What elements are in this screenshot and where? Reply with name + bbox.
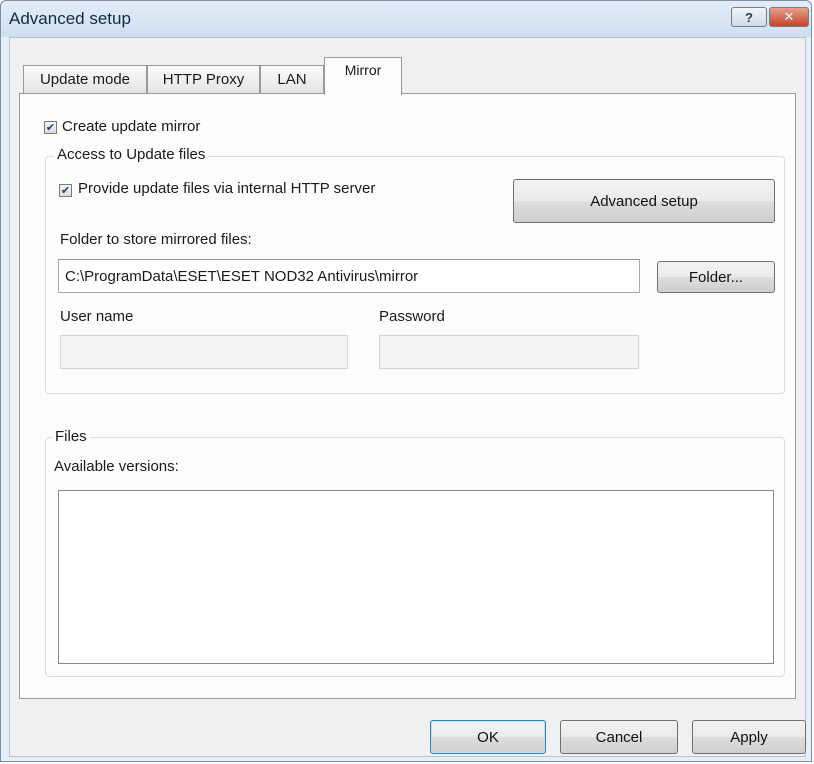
folder-path-input[interactable]: C:\ProgramData\ESET\ESET NOD32 Antivirus… <box>58 259 640 293</box>
password-input[interactable] <box>379 335 639 369</box>
ok-button[interactable]: OK <box>430 720 546 754</box>
apply-button[interactable]: Apply <box>692 720 806 754</box>
tab-label: LAN <box>277 71 307 88</box>
checkmark-icon: ✔ <box>60 185 71 197</box>
tab-mirror[interactable]: Mirror <box>324 57 402 95</box>
close-icon: ✕ <box>783 9 795 24</box>
apply-button-label: Apply <box>730 728 768 746</box>
available-versions-label: Available versions: <box>54 458 179 475</box>
tab-label: HTTP Proxy <box>162 71 245 88</box>
access-group-title: Access to Update files <box>54 146 209 163</box>
dialog-window: Advanced setup ? ✕ Update mode HTTP Prox… <box>0 0 812 762</box>
provide-http-checkbox[interactable]: ✔ <box>59 184 72 197</box>
help-icon: ? <box>745 9 753 25</box>
cancel-button-label: Cancel <box>595 728 643 746</box>
close-button[interactable]: ✕ <box>769 7 809 27</box>
provide-http-label: Provide update files via internal HTTP s… <box>78 180 376 197</box>
checkmark-icon: ✔ <box>45 122 56 134</box>
tab-label: Mirror <box>344 62 382 78</box>
access-group: Access to Update files ✔ Provide update … <box>45 146 785 394</box>
available-versions-list[interactable] <box>58 490 774 664</box>
tab-label: Update mode <box>39 71 131 88</box>
cancel-button[interactable]: Cancel <box>560 720 678 754</box>
tab-update-mode[interactable]: Update mode <box>23 65 147 93</box>
folder-label: Folder to store mirrored files: <box>60 231 252 248</box>
advanced-setup-button[interactable]: Advanced setup <box>513 179 775 223</box>
create-mirror-checkbox[interactable]: ✔ <box>44 121 57 134</box>
files-group: Files Available versions: <box>45 428 785 677</box>
password-label: Password <box>379 308 445 325</box>
create-mirror-label: Create update mirror <box>62 118 201 135</box>
ok-button-label: OK <box>477 728 499 746</box>
window-title: Advanced setup <box>9 9 131 28</box>
username-label: User name <box>60 308 134 325</box>
advanced-setup-button-label: Advanced setup <box>590 192 698 210</box>
mirror-tab-panel: ✔ Create update mirror Access to Update … <box>19 93 796 699</box>
tab-http-proxy[interactable]: HTTP Proxy <box>147 65 260 93</box>
title-bar[interactable]: Advanced setup ? ✕ <box>1 1 811 37</box>
help-button[interactable]: ? <box>731 7 767 27</box>
username-input[interactable] <box>60 335 348 369</box>
files-group-title: Files <box>52 428 90 445</box>
folder-button-label: Folder... <box>688 268 744 286</box>
tab-lan[interactable]: LAN <box>260 65 324 93</box>
folder-browse-button[interactable]: Folder... <box>657 261 775 293</box>
